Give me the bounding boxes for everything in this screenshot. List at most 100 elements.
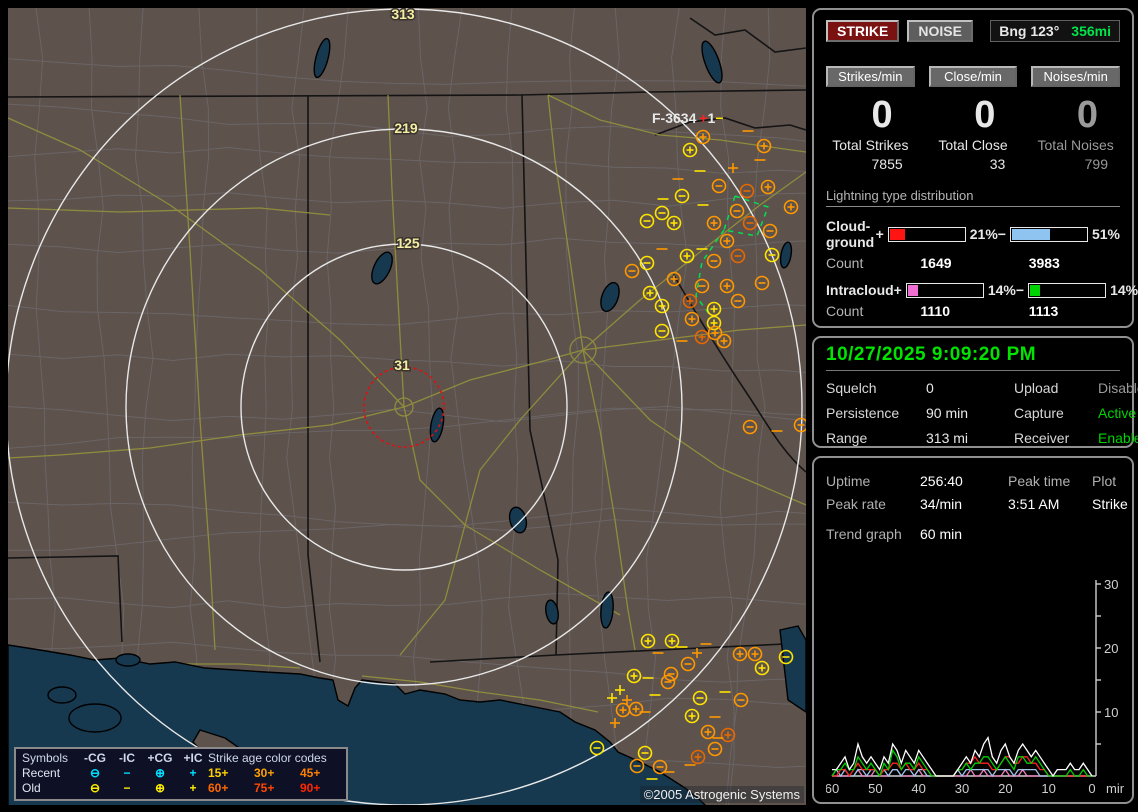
app-root: { "header": { "strike_button": "STRIKE",… bbox=[0, 0, 1138, 812]
age-code-30: 30+ bbox=[254, 766, 300, 781]
legend-row-recent: Recent bbox=[22, 766, 78, 781]
upload-status: Disabled bbox=[1098, 380, 1138, 396]
intracloud-pos-pct: 14% bbox=[988, 282, 1016, 298]
svg-text:20: 20 bbox=[998, 781, 1012, 796]
upload-label: Upload bbox=[1014, 380, 1098, 396]
svg-text:60: 60 bbox=[826, 781, 839, 796]
bearing-distance-readout: Bng 123° 356mi bbox=[990, 20, 1120, 42]
circle-plus-icon: ⊕ bbox=[142, 781, 178, 796]
peak-time-label: Peak time bbox=[1008, 473, 1092, 489]
distribution-title: Lightning type distribution bbox=[826, 188, 1120, 207]
circle-minus-icon: ⊖ bbox=[78, 766, 112, 781]
total-noises-label: Total Noises bbox=[1031, 137, 1120, 153]
ring-label-31: 31 bbox=[394, 357, 410, 373]
trend-graph-chart: 10 20 30 60 50 40 30 20 10 0 min bbox=[826, 548, 1124, 800]
datetime-display: 10/27/2025 9:09:20 PM bbox=[826, 344, 1120, 371]
svg-text:10: 10 bbox=[1041, 781, 1055, 796]
copyright-notice: ©2005 Astrogenic Systems bbox=[640, 786, 804, 803]
plot-value: Strike bbox=[1092, 496, 1128, 512]
svg-text:10: 10 bbox=[1104, 705, 1118, 720]
uptime-value: 256:40 bbox=[920, 473, 1008, 489]
minus-icon: − bbox=[112, 766, 142, 781]
svg-text:min: min bbox=[1106, 781, 1124, 796]
circle-plus-icon: ⊕ bbox=[142, 766, 178, 781]
total-close-value: 33 bbox=[929, 156, 1018, 172]
squelch-label: Squelch bbox=[826, 380, 926, 396]
ring-label-219: 219 bbox=[394, 120, 418, 136]
intracloud-label: Intracloud bbox=[826, 282, 894, 298]
trend-panel: Uptime 256:40 Peak time Plot Peak rate 3… bbox=[812, 456, 1134, 804]
cloud-ground-pos-pct: 21% bbox=[970, 226, 998, 242]
symbols-legend: Symbols -CG -IC +CG +IC Strike age color… bbox=[14, 747, 348, 801]
peak-rate-label: Peak rate bbox=[826, 496, 920, 512]
lightning-map[interactable]: 313 219 125 31 F-3634+1− Symbols -CG -IC… bbox=[8, 8, 806, 805]
ring-label-125: 125 bbox=[396, 235, 420, 251]
close-per-min-value: 0 bbox=[929, 95, 1018, 135]
status-panel: 10/27/2025 9:09:20 PM Squelch 0 Upload D… bbox=[812, 336, 1134, 448]
plus-sign: + bbox=[876, 226, 884, 242]
intracloud-neg-pct: 14% bbox=[1110, 282, 1138, 298]
cloud-ground-neg-count: 3983 bbox=[1012, 255, 1120, 271]
age-code-75: 75+ bbox=[254, 781, 300, 796]
intracloud-pos-bar bbox=[906, 283, 984, 298]
legend-header-cg-pos: +CG bbox=[142, 751, 178, 766]
legend-row-old: Old bbox=[22, 781, 78, 796]
capture-status: Active bbox=[1098, 405, 1136, 421]
svg-text:20: 20 bbox=[1104, 641, 1118, 656]
strike-counter-panel: STRIKE NOISE Bng 123°356mi Strikes/min C… bbox=[812, 8, 1134, 328]
map-canvas: 313 219 125 31 F-3634+1− bbox=[8, 8, 806, 805]
ring-label-313: 313 bbox=[391, 8, 415, 22]
age-code-15: 15+ bbox=[208, 766, 254, 781]
intracloud-neg-bar bbox=[1028, 283, 1106, 298]
minus-sign: − bbox=[998, 226, 1006, 242]
total-strikes-value: 7855 bbox=[826, 156, 915, 172]
svg-text:30: 30 bbox=[1104, 577, 1118, 592]
total-strikes-label: Total Strikes bbox=[826, 137, 915, 153]
noise-mode-button[interactable]: NOISE bbox=[907, 20, 973, 42]
legend-header-age-codes: Strike age color codes bbox=[208, 751, 340, 766]
bearing-value: Bng 123° bbox=[999, 23, 1059, 39]
intracloud-neg-count: 1113 bbox=[1012, 303, 1120, 319]
count-label: Count bbox=[826, 255, 903, 271]
legend-header-symbols: Symbols bbox=[22, 751, 78, 766]
age-code-90: 90+ bbox=[300, 781, 340, 796]
trend-graph-label: Trend graph bbox=[826, 526, 920, 542]
cloud-ground-neg-bar bbox=[1010, 227, 1088, 242]
receiver-label: Receiver bbox=[1014, 430, 1098, 446]
strike-mode-button[interactable]: STRIKE bbox=[826, 20, 899, 42]
cloud-ground-pos-count: 1649 bbox=[903, 255, 1011, 271]
age-code-60: 60+ bbox=[208, 781, 254, 796]
total-close-label: Total Close bbox=[929, 137, 1018, 153]
legend-header-cg-neg: -CG bbox=[78, 751, 112, 766]
cloud-ground-pos-bar bbox=[888, 227, 966, 242]
range-value: 313 mi bbox=[926, 430, 1014, 446]
range-label: Range bbox=[826, 430, 926, 446]
plus-sign: + bbox=[894, 282, 902, 298]
uptime-label: Uptime bbox=[826, 473, 920, 489]
svg-text:30: 30 bbox=[955, 781, 969, 796]
squelch-value: 0 bbox=[926, 380, 1014, 396]
legend-header-ic-pos: +IC bbox=[178, 751, 208, 766]
age-code-45: 45+ bbox=[300, 766, 340, 781]
plus-icon: + bbox=[178, 766, 208, 781]
strikes-per-min-value: 0 bbox=[826, 95, 915, 135]
peak-rate-value: 34/min bbox=[920, 496, 1008, 512]
persistence-value: 90 min bbox=[926, 405, 1014, 421]
lake-pontchartrain bbox=[69, 704, 121, 732]
svg-text:0: 0 bbox=[1088, 781, 1095, 796]
minus-sign: − bbox=[1016, 282, 1024, 298]
noises-per-min-chip: Noises/min bbox=[1031, 66, 1120, 87]
svg-text:40: 40 bbox=[911, 781, 925, 796]
close-per-min-chip: Close/min bbox=[929, 66, 1018, 87]
receiver-status: Enabled bbox=[1098, 430, 1138, 446]
capture-label: Capture bbox=[1014, 405, 1098, 421]
intracloud-pos-count: 1110 bbox=[903, 303, 1011, 319]
distance-value: 356mi bbox=[1071, 23, 1111, 39]
persistence-label: Persistence bbox=[826, 405, 926, 421]
cloud-ground-neg-pct: 51% bbox=[1092, 226, 1120, 242]
circle-minus-icon: ⊖ bbox=[78, 781, 112, 796]
plot-label: Plot bbox=[1092, 473, 1120, 489]
legend-header-ic-neg: -IC bbox=[112, 751, 142, 766]
svg-text:50: 50 bbox=[868, 781, 882, 796]
cloud-ground-label: Cloud-ground bbox=[826, 218, 876, 250]
